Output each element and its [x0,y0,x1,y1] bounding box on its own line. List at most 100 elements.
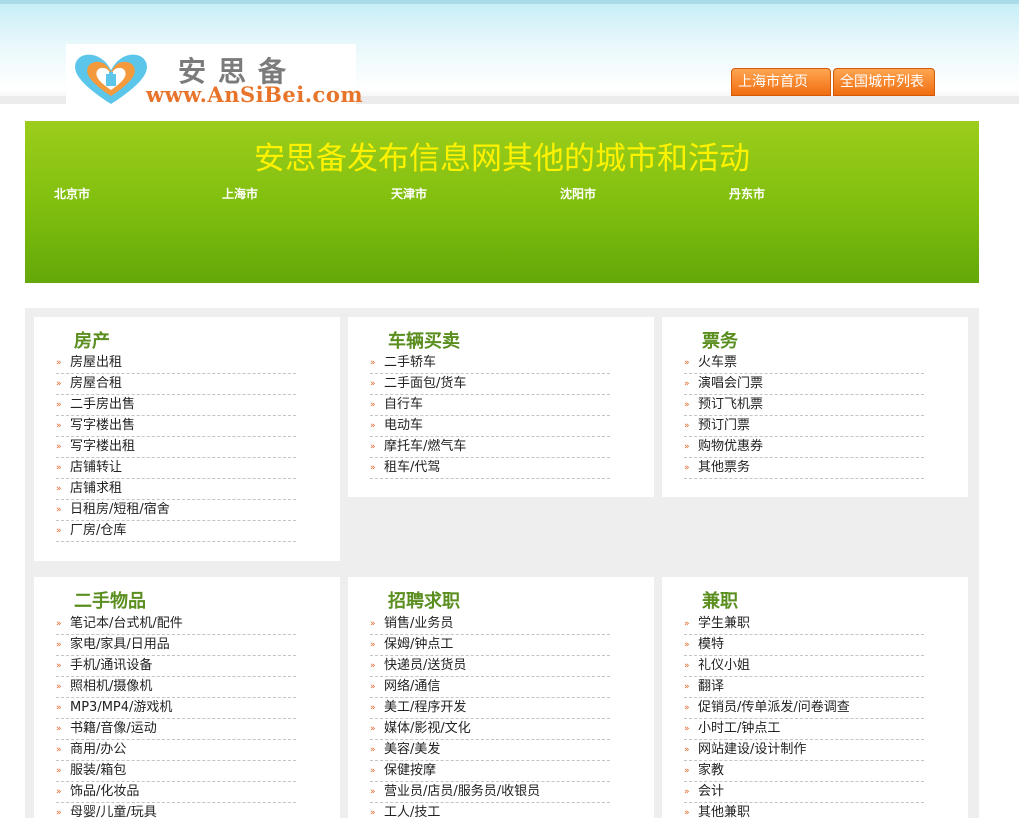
category-list: » 火车票 » 演唱会门票 » 预订飞机票 » 预订门票 » 购物优惠券 » 其他票务 [684,353,924,479]
list-item[interactable]: » 工人/技工 [370,803,610,818]
list-item[interactable]: » 家电/家具/日用品 [56,635,296,656]
list-item[interactable]: » 手机/通讯设备 [56,656,296,677]
list-item[interactable]: » 翻译 [684,677,924,698]
list-item[interactable]: » MP3/MP4/游戏机 [56,698,296,719]
bullet-icon: » [56,745,62,755]
list-item[interactable]: » 小时工/钟点工 [684,719,924,740]
list-item[interactable]: » 演唱会门票 [684,374,924,395]
list-item[interactable]: » 网站建设/设计制作 [684,740,924,761]
list-item[interactable]: » 会计 [684,782,924,803]
city-link-tianjin[interactable]: 天津市 [391,185,427,202]
bullet-icon: » [56,484,62,494]
site-logo[interactable]: 安思备 www.AnSiBei.com [66,44,363,108]
list-item[interactable]: » 房屋合租 [56,374,296,395]
list-item[interactable]: » 写字楼出租 [56,437,296,458]
list-item[interactable]: » 销售/业务员 [370,614,610,635]
list-item[interactable]: » 房屋出租 [56,353,296,374]
bullet-icon: » [684,619,690,629]
bullet-icon: » [56,619,62,629]
bullet-icon: » [684,766,690,776]
bullet-icon: » [370,421,376,431]
list-item[interactable]: » 网络/通信 [370,677,610,698]
bullet-icon: » [56,724,62,734]
list-item[interactable]: » 母婴/儿童/玩具 [56,803,296,818]
category-title[interactable]: 兼职 [702,587,738,613]
list-item[interactable]: » 写字楼出售 [56,416,296,437]
list-item[interactable]: » 其他兼职 [684,803,924,818]
city-link-dandong[interactable]: 丹东市 [729,185,765,202]
list-item[interactable]: » 媒体/影视/文化 [370,719,610,740]
category-title[interactable]: 招聘求职 [388,587,460,613]
list-item[interactable]: » 预订飞机票 [684,395,924,416]
bullet-icon: » [56,526,62,536]
list-item[interactable]: » 自行车 [370,395,610,416]
list-item[interactable]: » 促销员/传单派发/问卷调查 [684,698,924,719]
nav-city-list[interactable]: 全国城市列表 [833,68,935,96]
category-card-vehicles: 车辆买卖 » 二手轿车 » 二手面包/货车 » 自行车 » 电动车 » 摩托车/燃气车 »… [348,317,654,497]
list-item[interactable]: » 商用/办公 [56,740,296,761]
list-item[interactable]: » 厂房/仓库 [56,521,296,542]
category-title[interactable]: 车辆买卖 [388,327,460,353]
city-link-beijing[interactable]: 北京市 [54,185,90,202]
list-item[interactable]: » 礼仪小姐 [684,656,924,677]
list-item[interactable]: » 美工/程序开发 [370,698,610,719]
category-title[interactable]: 票务 [702,327,738,353]
list-item[interactable]: » 购物优惠券 [684,437,924,458]
bullet-icon: » [684,400,690,410]
bullet-icon: » [56,640,62,650]
category-card-secondhand: 二手物品 » 笔记本/台式机/配件 » 家电/家具/日用品 » 手机/通讯设备 » 照相… [34,577,340,818]
list-item[interactable]: » 营业员/店员/服务员/收银员 [370,782,610,803]
list-item[interactable]: » 服装/箱包 [56,761,296,782]
list-item[interactable]: » 二手房出售 [56,395,296,416]
bullet-icon: » [56,358,62,368]
bullet-icon: » [56,442,62,452]
city-link-shenyang[interactable]: 沈阳市 [560,185,596,202]
bullet-icon: » [684,379,690,389]
list-item[interactable]: » 家教 [684,761,924,782]
list-item[interactable]: » 保健按摩 [370,761,610,782]
list-item[interactable]: » 学生兼职 [684,614,924,635]
category-card-real-estate: 房产 » 房屋出租 » 房屋合租 » 二手房出售 » 写字楼出售 » 写字楼出租 » 店铺转… [34,317,340,561]
list-item[interactable]: » 预订门票 [684,416,924,437]
list-item[interactable]: » 日租房/短租/宿舍 [56,500,296,521]
list-item[interactable]: » 模特 [684,635,924,656]
bullet-icon: » [56,766,62,776]
list-item[interactable]: » 保姆/钟点工 [370,635,610,656]
banner-title: 安思备发布信息网其他的城市和活动 [254,141,750,177]
bullet-icon: » [684,661,690,671]
bullet-icon: » [370,358,376,368]
bullet-icon: » [684,745,690,755]
list-item[interactable]: » 店铺求租 [56,479,296,500]
category-list: » 房屋出租 » 房屋合租 » 二手房出售 » 写字楼出售 » 写字楼出租 » 店铺转让 »… [56,353,296,542]
list-item[interactable]: » 快递员/送货员 [370,656,610,677]
bullet-icon: » [370,400,376,410]
list-item[interactable]: » 美容/美发 [370,740,610,761]
bullet-icon: » [370,682,376,692]
bullet-icon: » [370,808,376,818]
bullet-icon: » [370,619,376,629]
city-link-shanghai[interactable]: 上海市 [222,185,258,202]
list-item[interactable]: » 饰品/化妆品 [56,782,296,803]
list-item[interactable]: » 其他票务 [684,458,924,479]
bullet-icon: » [56,400,62,410]
list-item[interactable]: » 二手轿车 [370,353,610,374]
list-item[interactable]: » 照相机/摄像机 [56,677,296,698]
bullet-icon: » [56,379,62,389]
category-title[interactable]: 二手物品 [74,587,146,613]
bullet-icon: » [56,661,62,671]
list-item[interactable]: » 二手面包/货车 [370,374,610,395]
list-item[interactable]: » 店铺转让 [56,458,296,479]
list-item[interactable]: » 租车/代驾 [370,458,610,479]
bullet-icon: » [56,787,62,797]
list-item[interactable]: » 摩托车/燃气车 [370,437,610,458]
list-item[interactable]: » 笔记本/台式机/配件 [56,614,296,635]
list-item[interactable]: » 火车票 [684,353,924,374]
nav-shanghai-home[interactable]: 上海市首页 [731,68,831,96]
category-title[interactable]: 房产 [74,327,110,353]
bullet-icon: » [370,661,376,671]
list-item[interactable]: » 书籍/音像/运动 [56,719,296,740]
heart-logo-icon [75,54,147,104]
list-item[interactable]: » 电动车 [370,416,610,437]
bullet-icon: » [370,766,376,776]
logo-url-text: www.AnSiBei.com [146,82,364,107]
